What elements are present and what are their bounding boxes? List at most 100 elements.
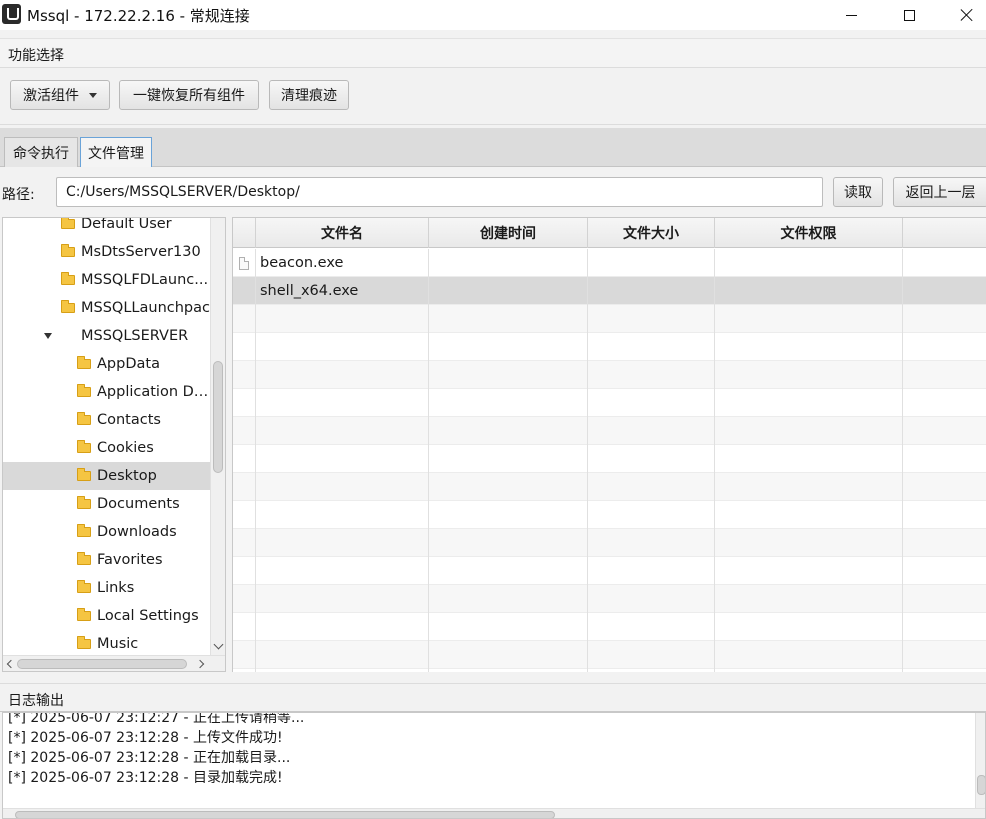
empty-cell: [256, 669, 429, 672]
scroll-down-arrow-icon[interactable]: [213, 639, 224, 650]
file-table: 文件名 创建时间 文件大小 文件权限 beacon.exe shell_x64.…: [232, 217, 986, 672]
path-input[interactable]: [56, 177, 823, 207]
column-header-filename[interactable]: 文件名: [256, 218, 429, 248]
empty-table-row: [233, 417, 986, 445]
column-header-size[interactable]: 文件大小: [588, 218, 715, 248]
empty-cell: [233, 305, 256, 333]
toolbar: 激活组件 一键恢复所有组件 清理痕迹: [0, 69, 986, 125]
empty-table-row: [233, 389, 986, 417]
read-button[interactable]: 读取: [833, 177, 883, 207]
empty-cell: [588, 473, 715, 501]
empty-cell: [429, 669, 588, 672]
empty-cell: [233, 389, 256, 417]
empty-cell: [429, 501, 588, 529]
empty-cell: [588, 389, 715, 417]
log-horizontal-scrollbar[interactable]: [3, 808, 985, 818]
folder-icon: [77, 440, 91, 453]
tree-item-contacts[interactable]: Contacts: [3, 406, 210, 434]
minimize-icon: [845, 14, 857, 16]
tree-item-mssqlserver[interactable]: MSSQLSERVER: [3, 322, 210, 350]
chevron-down-icon: [89, 92, 97, 98]
empty-cell: [429, 529, 588, 557]
tree-item-application-data[interactable]: Application Da...: [3, 378, 210, 406]
folder-icon: [61, 272, 75, 285]
tree-item-mssqllaunchpad[interactable]: MSSQLLaunchpac: [3, 294, 210, 322]
empty-cell: [256, 585, 429, 613]
path-label: 路径:: [2, 187, 35, 203]
tree-item-downloads[interactable]: Downloads: [3, 518, 210, 546]
folder-icon: [77, 608, 91, 621]
expand-arrow-icon[interactable]: [44, 333, 52, 339]
activate-component-dropdown[interactable]: 激活组件: [10, 80, 110, 110]
empty-table-row: [233, 669, 986, 672]
empty-table-row: [233, 501, 986, 529]
empty-cell: [715, 473, 903, 501]
empty-cell: [588, 529, 715, 557]
empty-cell: [715, 641, 903, 669]
tree-item-mssqlfdlauncher[interactable]: MSSQLFDLaunc...: [3, 266, 210, 294]
log-vertical-scrollbar[interactable]: [975, 713, 985, 808]
table-row[interactable]: shell_x64.exe: [233, 277, 986, 305]
minimize-button[interactable]: [822, 0, 880, 30]
tree-item-favorites[interactable]: Favorites: [3, 546, 210, 574]
maximize-button[interactable]: [880, 0, 938, 30]
tab-command-exec[interactable]: 命令执行: [4, 137, 78, 167]
folder-icon: [77, 636, 91, 649]
log-line: [*] 2025-06-07 23:12:28 - 上传文件成功!: [8, 730, 283, 746]
title-bar: Mssql - 172.22.2.16 - 常规连接: [0, 0, 986, 30]
log-vertical-scroll-thumb[interactable]: [977, 775, 985, 795]
folder-icon: [77, 552, 91, 565]
folder-icon: [61, 218, 75, 229]
log-line: [*] 2025-06-07 23:12:28 - 目录加载完成!: [8, 770, 283, 786]
tree-vertical-scrollbar[interactable]: [210, 218, 225, 655]
log-output[interactable]: [*] 2025-06-07 23:12:27 - 正在上传请稍等... [*]…: [2, 712, 986, 819]
empty-cell: [588, 417, 715, 445]
tree-item-appdata[interactable]: AppData: [3, 350, 210, 378]
tree-item-music[interactable]: Music: [3, 630, 210, 655]
empty-table-row: [233, 305, 986, 333]
tree-item-cookies[interactable]: Cookies: [3, 434, 210, 462]
close-button[interactable]: [938, 0, 986, 30]
column-header-filler: [903, 218, 986, 248]
empty-table-row: [233, 529, 986, 557]
empty-table-row: [233, 641, 986, 669]
empty-cell: [715, 669, 903, 672]
tree-item-msdtsserver130[interactable]: MsDtsServer130: [3, 238, 210, 266]
empty-cell: [429, 585, 588, 613]
tree-horizontal-scroll-thumb[interactable]: [17, 659, 187, 669]
go-up-button[interactable]: 返回上一层: [893, 177, 986, 207]
table-row[interactable]: beacon.exe: [233, 249, 986, 277]
log-line: [*] 2025-06-07 23:12:27 - 正在上传请稍等...: [8, 712, 305, 726]
column-header-created[interactable]: 创建时间: [429, 218, 588, 248]
window-title: Mssql - 172.22.2.16 - 常规连接: [27, 7, 250, 25]
empty-cell: [233, 557, 256, 585]
empty-cell: [256, 613, 429, 641]
empty-cell: [588, 501, 715, 529]
empty-cell: [256, 361, 429, 389]
empty-cell: [588, 333, 715, 361]
empty-cell: [588, 585, 715, 613]
restore-all-components-button[interactable]: 一键恢复所有组件: [119, 80, 259, 110]
empty-cell: [256, 557, 429, 585]
tree-item-local-settings[interactable]: Local Settings: [3, 602, 210, 630]
clean-traces-button[interactable]: 清理痕迹: [269, 80, 349, 110]
tree-horizontal-scrollbar[interactable]: [3, 655, 225, 671]
tab-file-manager[interactable]: 文件管理: [80, 137, 152, 167]
empty-cell: [233, 529, 256, 557]
empty-cell: [233, 501, 256, 529]
empty-cell: [429, 557, 588, 585]
tree-item-desktop[interactable]: Desktop: [3, 462, 210, 490]
tree-item-default-user[interactable]: Default User: [3, 218, 210, 238]
empty-cell: [715, 333, 903, 361]
empty-cell: [588, 445, 715, 473]
tree-item-links[interactable]: Links: [3, 574, 210, 602]
scroll-left-arrow-icon[interactable]: [6, 659, 16, 669]
menu-function-select[interactable]: 功能选择: [8, 45, 64, 65]
scroll-right-arrow-icon[interactable]: [195, 659, 205, 669]
column-header-permission[interactable]: 文件权限: [715, 218, 903, 248]
empty-cell: [715, 585, 903, 613]
tree-item-documents[interactable]: Documents: [3, 490, 210, 518]
log-horizontal-scroll-thumb[interactable]: [15, 811, 555, 818]
empty-cell: [429, 333, 588, 361]
tree-vertical-scroll-thumb[interactable]: [213, 361, 223, 473]
